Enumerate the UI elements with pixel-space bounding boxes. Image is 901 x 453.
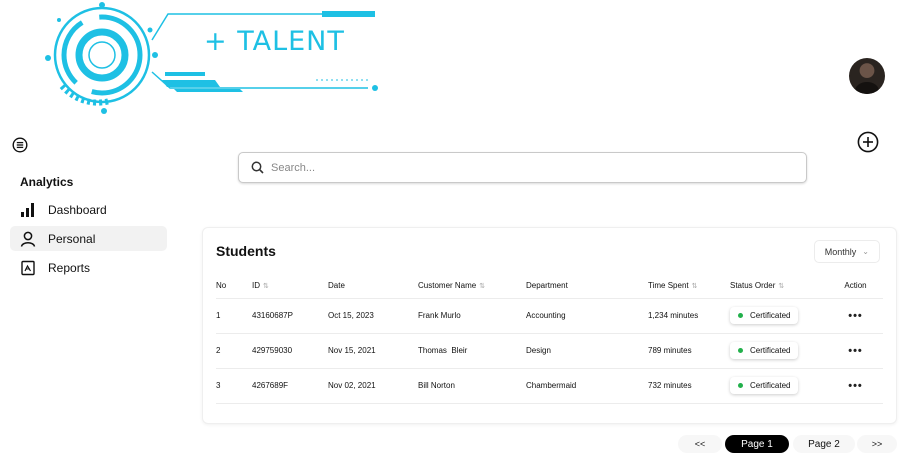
search-icon (251, 161, 264, 174)
add-circle-icon[interactable] (857, 131, 879, 153)
bar-chart-icon (21, 202, 34, 217)
table-row: 2 429759030 Nov 15, 2021 Thomas Bleir De… (216, 332, 883, 368)
status-text: Certificated (750, 346, 791, 355)
col-header-department: Department (526, 281, 568, 291)
cell-status: Certificated (730, 332, 828, 368)
cell-id: 429759030 (252, 332, 328, 368)
status-dot-icon (738, 348, 743, 353)
page-1-button[interactable]: Page 1 (725, 435, 789, 453)
page-2-button[interactable]: Page 2 (793, 435, 855, 453)
col-header-date: Date (328, 281, 345, 291)
search-input[interactable] (271, 161, 771, 174)
cell-time: 789 minutes (648, 332, 730, 368)
sidebar-item-reports[interactable]: Reports (10, 255, 167, 280)
cell-no: 3 (216, 367, 252, 404)
cell-no: 2 (216, 332, 252, 368)
cell-department: Chambermaid (526, 367, 648, 404)
cell-department: Design (526, 332, 648, 368)
sidebar-item-dashboard[interactable]: Dashboard (10, 197, 167, 222)
status-dot-icon (738, 313, 743, 318)
sidebar-nav: Dashboard Personal Reports (10, 197, 167, 284)
sidebar-heading: Analytics (20, 175, 74, 189)
period-dropdown[interactable]: Monthly ⌄ (813, 240, 880, 263)
cell-date: Nov 15, 2021 (328, 332, 418, 368)
cell-action: ••• (828, 332, 883, 368)
cell-time: 1,234 minutes (648, 297, 730, 333)
col-header-customer-name[interactable]: Customer Name ⇅ (418, 274, 526, 298)
status-badge: Certificated (730, 342, 799, 359)
col-label: ID (252, 281, 260, 291)
cell-name: Frank Murlo (418, 297, 526, 333)
more-options-icon[interactable]: ••• (848, 345, 863, 357)
table-row: 3 4267689F Nov 02, 2021 Bill Norton Cham… (216, 367, 883, 404)
status-text: Certificated (750, 381, 791, 390)
col-label: Time Spent (648, 281, 689, 291)
status-badge: Certificated (730, 377, 799, 394)
brand-name: + TALENT (204, 26, 345, 57)
cell-time: 732 minutes (648, 367, 730, 404)
table-header: No ID ⇅ Date Customer Name ⇅ Department Ti… (216, 274, 883, 298)
cell-department: Accounting (526, 297, 648, 333)
cell-status: Certificated (730, 297, 828, 333)
user-icon (20, 231, 36, 247)
report-icon (21, 260, 35, 275)
cell-id: 43160687P (252, 297, 328, 333)
students-table: No ID ⇅ Date Customer Name ⇅ Department Ti… (216, 274, 883, 404)
search-bar (238, 152, 807, 183)
sidebar-item-label: Personal (48, 231, 96, 246)
status-badge: Certificated (730, 307, 799, 324)
more-options-icon[interactable]: ••• (848, 380, 863, 392)
more-options-icon[interactable]: ••• (848, 310, 863, 322)
col-header-no: No (216, 281, 227, 291)
table-row: 1 43160687P Oct 15, 2023 Frank Murlo Acc… (216, 297, 883, 333)
cell-date: Nov 02, 2021 (328, 367, 418, 404)
col-label: Status Order (730, 281, 776, 291)
period-value: Monthly (824, 246, 857, 257)
sort-icon: ⇅ (479, 283, 486, 291)
cell-status: Certificated (730, 367, 828, 404)
col-header-id[interactable]: ID ⇅ (252, 274, 328, 298)
cell-action: ••• (828, 297, 883, 333)
students-card: Students Monthly ⌄ No ID ⇅ Date Customer … (202, 227, 897, 424)
sort-icon: ⇅ (691, 283, 698, 291)
col-header-action: Action (844, 281, 867, 291)
col-label: Customer Name (418, 281, 477, 291)
chevron-down-icon: ⌄ (862, 247, 869, 256)
col-header-status-order[interactable]: Status Order ⇅ (730, 274, 828, 298)
prev-page-button[interactable]: << (678, 435, 722, 453)
sidebar-item-personal[interactable]: Personal (10, 226, 167, 251)
cell-id: 4267689F (252, 367, 328, 404)
sort-icon: ⇅ (263, 283, 269, 291)
cell-date: Oct 15, 2023 (328, 297, 418, 333)
col-header-time-spent[interactable]: Time Spent ⇅ (648, 274, 730, 298)
cell-name: Bill Norton (418, 367, 526, 404)
card-title: Students (216, 243, 276, 259)
sort-icon: ⇅ (778, 283, 785, 291)
menu-icon[interactable] (12, 137, 28, 153)
status-dot-icon (738, 383, 743, 388)
sidebar-item-label: Dashboard (48, 202, 107, 217)
user-avatar[interactable] (849, 58, 885, 94)
cell-action: ••• (828, 367, 883, 404)
talent-logo (45, 2, 378, 114)
cell-no: 1 (216, 297, 252, 333)
status-text: Certificated (750, 311, 791, 320)
sidebar-item-label: Reports (48, 260, 91, 275)
next-page-button[interactable]: >> (857, 435, 897, 453)
cell-name: Thomas Bleir (418, 332, 526, 368)
